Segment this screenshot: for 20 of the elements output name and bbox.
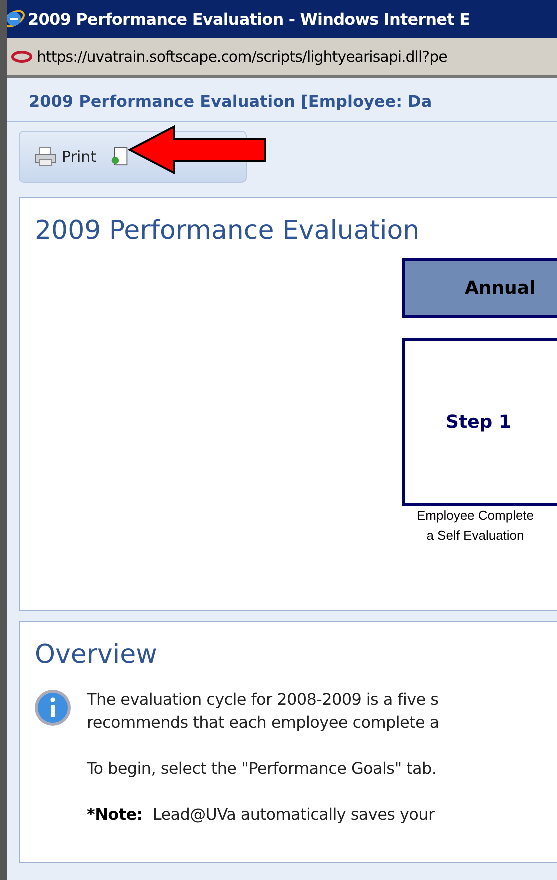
instruction-text: To begin, select the "Performance Goals" tab. [87,758,438,780]
overview-text: The evaluation cycle for 2008-2009 is a five s [87,689,440,711]
note-text: Lead@UVa automatically saves your [152,805,435,824]
step-caption: a Self Evaluation [426,527,526,545]
process-header: Annual [402,258,557,318]
window-title: 2009 Performance Evaluation - Windows Internet E [28,10,470,28]
panel-title: Overview [34,639,158,670]
step-label: Step 1 [446,412,512,432]
print-button[interactable]: Print [34,147,97,167]
note-label: *Note: [87,805,143,824]
address-bar[interactable]: https://uvatrain.softscape.com/scripts/lightyearisapi.dll?pe [7,38,557,78]
page-header: 2009 Performance Evaluation [Employee: Da [7,78,557,122]
ring-icon [11,50,33,64]
info-icon [33,688,73,728]
arrow-icon [128,125,268,175]
printer-icon [34,147,58,167]
step-caption: Employee Complete [416,507,536,525]
panel-title: 2009 Performance Evaluation [34,215,421,246]
overview-text: recommends that each employee complete a [87,712,440,734]
url-text: https://uvatrain.softscape.com/scripts/lightyearisapi.dll?pe [37,48,448,66]
